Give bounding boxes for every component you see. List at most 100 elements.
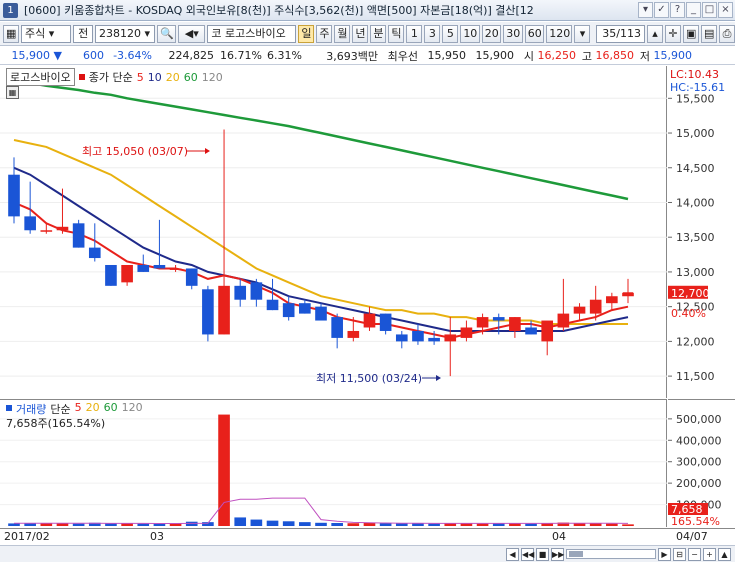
grid-icon[interactable]: ▤ [700, 24, 718, 43]
price-legend: 로고스바이오 종가 단순 5 10 20 60 120 [6, 68, 223, 86]
code-scope[interactable]: 전 [73, 24, 93, 43]
period-minute-button[interactable]: 분 [370, 24, 387, 43]
ask-price: 15,900 [475, 49, 515, 62]
low-annotation: 최저 11,500 (03/24) [316, 372, 422, 385]
volume-bar [476, 523, 489, 526]
candle-body [185, 268, 198, 286]
save-icon[interactable]: ▣ [682, 24, 699, 43]
interval-1-button[interactable]: 1 [406, 24, 423, 43]
interval-60-button[interactable]: 60 [524, 24, 545, 43]
price-axis-svg: LC:10.43 HC:-15.61 15,50015,00014,50014,… [668, 68, 725, 383]
volume-chart-pane[interactable]: 거래량 단순 5 20 60 120 7,658주(165.54%) [0, 399, 667, 527]
scroll-up-icon[interactable]: ▲ [718, 547, 731, 561]
price-tick-label: 15,000 [676, 127, 715, 140]
window-number: 1 [3, 2, 18, 18]
search-icon[interactable]: 🔍 [157, 24, 177, 43]
candle-body [347, 330, 360, 338]
interval-5-button[interactable]: 5 [442, 24, 459, 43]
ratio-1: 16.71% [220, 49, 262, 62]
open-label: 시 [523, 49, 534, 63]
zoom-slider-icon[interactable]: ⊟ [673, 547, 686, 561]
volume-bar [8, 523, 20, 526]
stock-name-tag[interactable]: 로고스바이오 [6, 68, 75, 86]
volume-bar [72, 523, 85, 526]
candle-body [299, 303, 311, 314]
low-price: 15,900 [653, 49, 693, 62]
period-tick-button[interactable]: 틱 [388, 24, 405, 43]
close-icon[interactable]: × [718, 2, 733, 18]
interval-dropdown-icon[interactable]: ▾ [574, 24, 591, 43]
candle-body [573, 306, 586, 314]
chart-toolbar: ▦ 주식 ▾ 전 238120 ▾ 🔍 ◀▾ 코 로고스바이오 일 주 월 년 … [0, 22, 735, 46]
period-day-button[interactable]: 일 [298, 24, 315, 43]
maximize-icon[interactable]: □ [702, 2, 717, 18]
ma60-legend: 60 [183, 70, 198, 84]
price-chart-pane[interactable]: 최고 15,050 (03/07) 최저 11,500 (03/24) 로고스바… [0, 66, 667, 398]
price-tick-label: 13,000 [676, 266, 715, 279]
print-icon[interactable]: ⎙ [719, 24, 735, 43]
candle-body [282, 303, 295, 318]
page-indicator: 35/113 [596, 24, 645, 43]
stock-code-input[interactable]: 238120 ▾ [94, 24, 155, 43]
volume-bar [347, 523, 360, 526]
candle-body [412, 330, 424, 342]
price-chart-svg[interactable]: 최고 15,050 (03/07) 최저 11,500 (03/24) [0, 66, 667, 398]
ma120-legend: 120 [201, 70, 223, 84]
scroll-left-icon[interactable]: ◀ [506, 547, 519, 561]
interval-30-button[interactable]: 30 [503, 24, 523, 43]
volume-tick-label: 300,000 [676, 456, 722, 469]
volume-bar [234, 517, 247, 526]
first-page-icon[interactable]: ◀◀ [521, 547, 534, 561]
low-label: 저 [639, 49, 650, 63]
candle-body [460, 327, 473, 338]
minimize-icon[interactable]: _ [686, 2, 701, 18]
volume-bar [395, 523, 408, 526]
price-axis: LC:10.43 HC:-15.61 15,500 15,000 14,500 14,… [668, 66, 735, 398]
stop-icon[interactable]: ■ [536, 547, 549, 561]
trade-amount: 3,693백만 [326, 49, 378, 63]
scroll-track[interactable] [566, 549, 656, 559]
volume-bar [282, 521, 295, 526]
period-month-button[interactable]: 월 [334, 24, 351, 43]
interval-3-button[interactable]: 3 [424, 24, 441, 43]
interval-120-button[interactable]: 120 [546, 24, 573, 43]
period-week-button[interactable]: 주 [316, 24, 333, 43]
open-price: 16,250 [537, 49, 577, 62]
volume-bar [428, 523, 440, 526]
volume-bar [331, 523, 343, 526]
ma10-legend: 10 [147, 70, 162, 84]
chart-navigation-bar: ◀ ◀◀ ■ ▶▶ ▶ ⊟ − + ▲ [0, 545, 735, 562]
chart-type-icon[interactable]: ▦ [3, 24, 20, 43]
candle-body [88, 247, 101, 259]
interval-20-button[interactable]: 20 [481, 24, 502, 43]
help-icon[interactable]: ? [670, 2, 685, 18]
zoom-out-icon[interactable]: − [688, 547, 701, 561]
high-arrowhead [205, 148, 210, 154]
period-year-button[interactable]: 년 [352, 24, 369, 43]
zoom-in-icon[interactable]: + [703, 547, 716, 561]
scroll-thumb[interactable] [569, 551, 583, 557]
last-page-icon[interactable]: ▶▶ [551, 547, 564, 561]
volume-bar [250, 519, 263, 526]
pin-icon[interactable]: ✓ [654, 2, 669, 18]
volume-ma-lines [14, 497, 629, 524]
price-tick-label: 11,500 [676, 370, 715, 383]
candle-body [234, 285, 247, 300]
pane-settings-icon[interactable]: ▦ [6, 86, 19, 99]
price-tick-label: 13,500 [676, 231, 715, 244]
page-up-icon[interactable]: ▴ [646, 24, 663, 43]
price-tick-label: 14,500 [676, 162, 715, 175]
current-price-tag-text: 12,700 [671, 287, 710, 300]
candlesticks [8, 129, 634, 377]
speaker-icon[interactable]: ◀▾ [178, 24, 206, 43]
interval-10-button[interactable]: 10 [460, 24, 480, 43]
time-label-last: 04/07 [676, 530, 708, 543]
volume-ma5-line [14, 497, 629, 524]
trade-volume: 224,825 [168, 49, 215, 62]
volume-gridlines [0, 418, 667, 506]
scroll-right-icon[interactable]: ▶ [658, 547, 671, 561]
crosshair-icon[interactable]: ✛ [664, 24, 681, 43]
window-menu-icon[interactable]: ▾ [638, 2, 653, 18]
candle-body [589, 299, 602, 314]
market-select[interactable]: 주식 ▾ [21, 24, 72, 43]
